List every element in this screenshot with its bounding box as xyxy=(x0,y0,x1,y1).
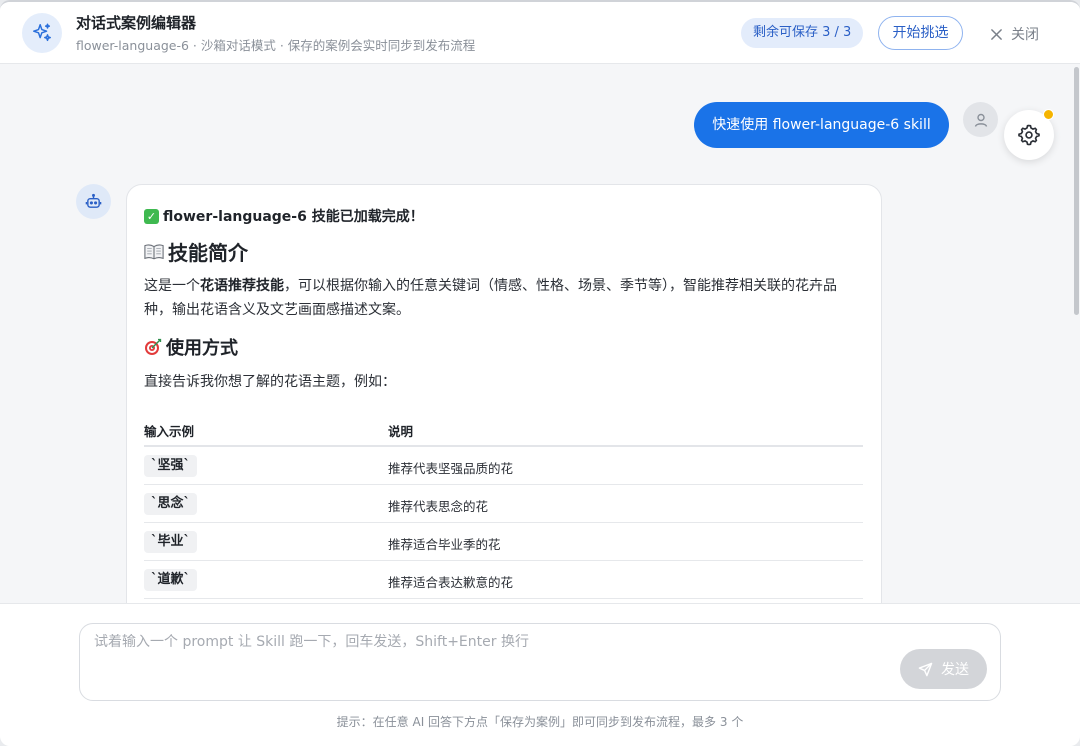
intro-paragraph: 这是一个花语推荐技能，可以根据你输入的任意关键词（情感、性格、场景、季节等），智… xyxy=(144,274,864,322)
usage-heading: 使用方式 xyxy=(144,334,238,360)
prompt-input-box[interactable]: 发送 xyxy=(79,623,1001,701)
table-row: `毕业` 推荐适合毕业季的花 xyxy=(144,523,863,561)
prompt-input[interactable] xyxy=(94,634,894,650)
skill-loaded-line: ✓ flower-language-6 技能已加载完成！ xyxy=(144,206,424,226)
intro-text-bold: 花语推荐技能 xyxy=(200,278,284,294)
close-label: 关闭 xyxy=(1011,27,1039,43)
example-description: 推荐适合毕业季的花 xyxy=(388,537,501,552)
user-message-bubble: 快速使用 flower-language-6 skill xyxy=(694,102,949,148)
notification-dot xyxy=(1043,109,1054,120)
column-header-description: 说明 xyxy=(388,424,414,439)
send-button[interactable]: 发送 xyxy=(900,649,987,689)
save-quota-badge: 剩余可保存 3 / 3 xyxy=(741,18,864,48)
table-row: `坚强` 推荐代表坚强品质的花 xyxy=(144,447,863,485)
composer-area: 发送 提示：在任意 AI 回答下方点「保存为案例」即可同步到发布流程，最多 3 … xyxy=(0,603,1080,746)
chat-area[interactable]: 快速使用 flower-language-6 skill ✓ flower-la… xyxy=(0,65,1080,603)
example-code: `毕业` xyxy=(144,531,198,553)
column-header-example: 输入示例 xyxy=(144,424,195,439)
example-description: 推荐代表思念的花 xyxy=(388,499,489,514)
start-select-button[interactable]: 开始挑选 xyxy=(878,16,963,50)
scrollbar-thumb[interactable] xyxy=(1074,67,1079,315)
example-description: 推荐适合表达歉意的花 xyxy=(388,575,514,590)
examples-table: 输入示例 说明 `坚强` 推荐代表坚强品质的花 `思念` 推荐代表思念的花 `毕… xyxy=(144,413,863,599)
send-icon xyxy=(918,662,933,676)
user-avatar xyxy=(963,102,998,137)
target-icon xyxy=(145,338,162,355)
bot-avatar xyxy=(76,184,111,219)
example-code: `思念` xyxy=(144,493,198,515)
usage-paragraph: 直接告诉我你想了解的花语主题，例如： xyxy=(144,374,396,390)
table-header: 输入示例 说明 xyxy=(144,413,863,447)
sparkle-icon xyxy=(22,13,62,53)
usage-heading-text: 使用方式 xyxy=(166,338,238,359)
table-row: `道歉` 推荐适合表达歉意的花 xyxy=(144,561,863,599)
editor-window: 对话式案例编辑器 flower-language-6 · 沙箱对话模式 · 保存… xyxy=(0,0,1080,746)
header-bar: 对话式案例编辑器 flower-language-6 · 沙箱对话模式 · 保存… xyxy=(0,2,1080,64)
page-title: 对话式案例编辑器 xyxy=(76,14,197,32)
example-description: 推荐代表坚强品质的花 xyxy=(388,461,514,476)
example-code: `坚强` xyxy=(144,455,198,477)
table-row: `思念` 推荐代表思念的花 xyxy=(144,485,863,523)
gear-icon xyxy=(1018,124,1040,146)
close-button[interactable]: 关闭 xyxy=(990,22,1039,46)
save-hint-text: 提示：在任意 AI 回答下方点「保存为案例」即可同步到发布流程，最多 3 个 xyxy=(336,715,744,729)
robot-icon xyxy=(85,193,102,208)
intro-heading-text: 技能简介 xyxy=(168,241,248,265)
example-code: `道歉` xyxy=(144,569,198,591)
intro-heading: 技能简介 xyxy=(144,237,248,266)
user-icon xyxy=(974,113,987,127)
intro-text-pre: 这是一个 xyxy=(144,278,200,294)
page-subtitle: flower-language-6 · 沙箱对话模式 · 保存的案例会实时同步到… xyxy=(76,38,476,53)
send-label: 发送 xyxy=(941,662,969,678)
book-icon xyxy=(144,243,164,259)
check-icon: ✓ xyxy=(144,208,159,224)
close-icon xyxy=(991,28,1002,40)
chat-scrollbar[interactable] xyxy=(1073,65,1080,603)
skill-loaded-text: flower-language-6 技能已加载完成！ xyxy=(163,209,424,225)
